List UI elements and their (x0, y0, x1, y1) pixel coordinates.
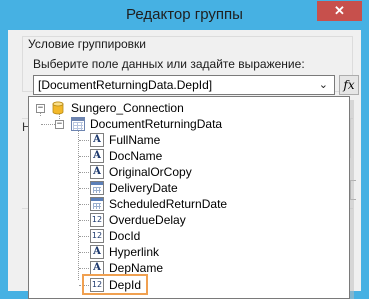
number-field-icon: 12 (90, 229, 104, 243)
dialog-window: Редактор группы ✕ Условие группировки Вы… (0, 0, 369, 299)
tree-node-label: Hyperlink (109, 245, 160, 259)
tree-connector (79, 204, 89, 205)
table-icon (71, 117, 85, 131)
text-field-icon: A (90, 165, 104, 179)
title-bar[interactable]: Редактор группы ✕ (0, 0, 369, 30)
tree-node-label: DocName (109, 149, 163, 163)
expression-editor-button[interactable]: fx (339, 75, 359, 95)
tree-node-label: OverdueDelay (109, 213, 186, 227)
group-title: Условие группировки (26, 37, 149, 51)
tree-node-label: DepName (109, 261, 164, 275)
database-icon (52, 101, 64, 115)
field-prompt-label: Выберите поле данных или задайте выражен… (33, 57, 305, 71)
tree-node-label: OriginalOrCopy (109, 165, 192, 179)
text-field-icon: A (90, 149, 104, 163)
tree-connector (79, 156, 89, 157)
tree-connector (41, 124, 55, 125)
tree-node-field[interactable]: DeliveryDate (29, 180, 229, 196)
selection-highlight (82, 274, 148, 295)
combobox-value: [DocumentReturningData.DepId] (38, 78, 213, 92)
tree-node-field[interactable]: 12 DocId (29, 228, 229, 244)
text-field-icon: A (90, 133, 104, 147)
tree-connector (79, 188, 89, 189)
tree-node-field[interactable]: 12 OverdueDelay (29, 212, 229, 228)
date-field-icon (90, 197, 104, 211)
tree-connector (79, 236, 89, 237)
text-field-icon: A (90, 261, 104, 275)
tree-node-field[interactable]: A DocName (29, 148, 229, 164)
tree-node-table[interactable]: − DocumentReturningData (29, 116, 259, 132)
tree-node-connection[interactable]: − Sungero_Connection (29, 100, 229, 116)
tree-node-field[interactable]: A OriginalOrCopy (29, 164, 229, 180)
dropdown-shadow (350, 100, 354, 299)
tree-connector (79, 268, 89, 269)
date-field-icon (90, 181, 104, 195)
field-tree-dropdown[interactable]: − Sungero_Connection − DocumentReturning… (28, 96, 350, 299)
tree-node-field[interactable]: ScheduledReturnDate (29, 196, 259, 212)
window-title: Редактор группы (126, 6, 243, 23)
text-field-icon: A (90, 245, 104, 259)
tree-node-label: Sungero_Connection (71, 101, 184, 115)
number-field-icon: 12 (90, 213, 104, 227)
tree-connector (79, 252, 89, 253)
tree-connector (79, 172, 89, 173)
close-icon: ✕ (334, 3, 345, 18)
tree-node-label: DeliveryDate (109, 181, 178, 195)
tree-connector (79, 220, 89, 221)
chevron-down-icon[interactable]: ⌄ (319, 78, 328, 91)
expression-combobox[interactable]: [DocumentReturningData.DepId] ⌄ (33, 75, 335, 95)
tree-node-label: DocumentReturningData (90, 117, 223, 131)
tree-node-field[interactable]: A FullName (29, 132, 229, 148)
tree-node-field[interactable]: A Hyperlink (29, 244, 229, 260)
collapse-icon[interactable]: − (55, 120, 64, 129)
tree-node-label: DocId (109, 229, 141, 243)
tree-node-label: ScheduledReturnDate (109, 197, 228, 211)
tree-connector (79, 140, 89, 141)
collapse-icon[interactable]: − (36, 104, 45, 113)
tree-node-label: FullName (109, 133, 161, 147)
close-button[interactable]: ✕ (317, 1, 362, 21)
